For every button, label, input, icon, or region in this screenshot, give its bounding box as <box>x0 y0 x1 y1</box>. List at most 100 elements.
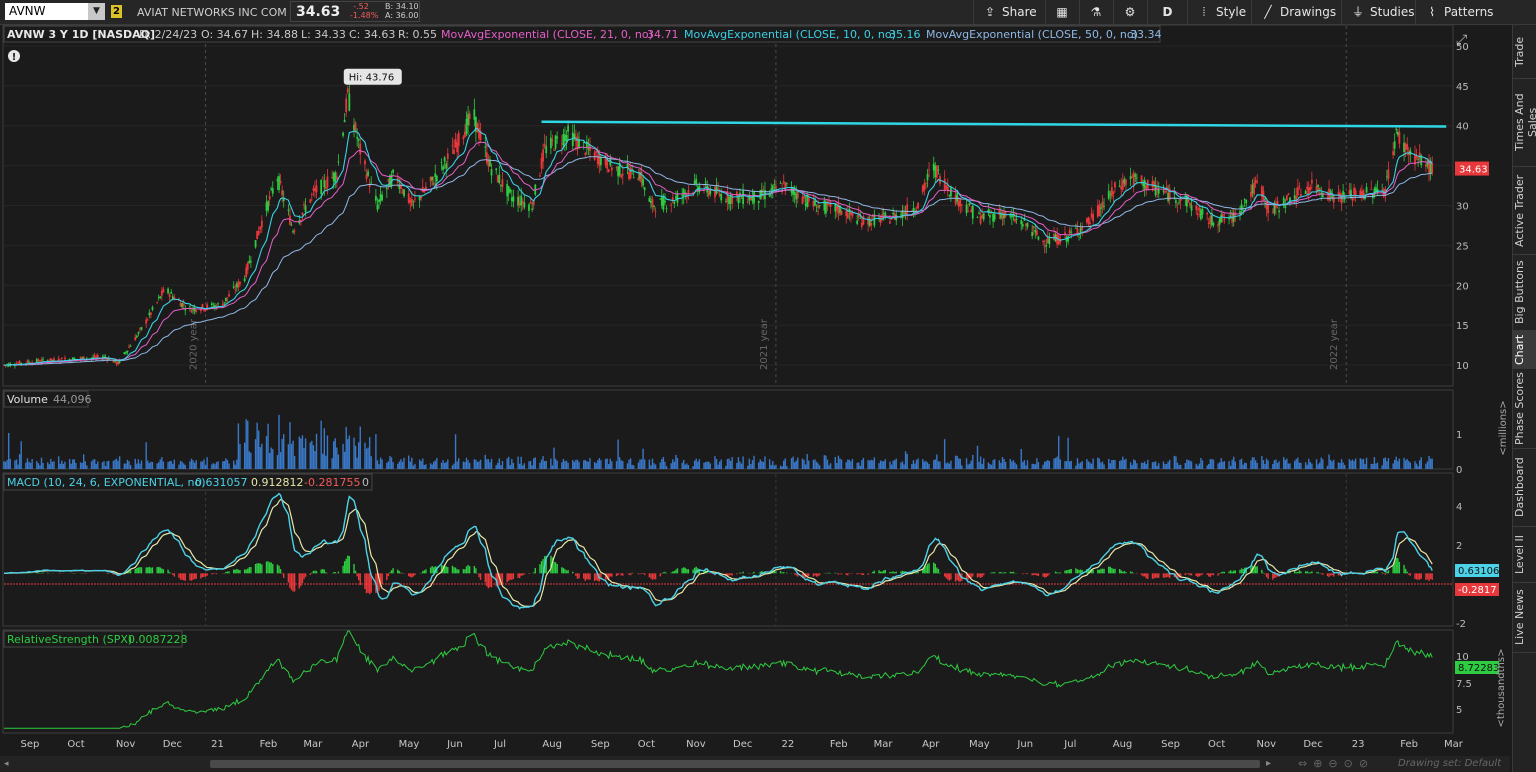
volume-bar <box>598 458 601 469</box>
flask-button[interactable]: ⚗ <box>1079 0 1113 24</box>
volume-bar <box>137 459 140 469</box>
volume-panel[interactable] <box>2 389 1454 470</box>
drawing-set-label[interactable]: Drawing set: Default <box>1398 758 1501 769</box>
candle-body <box>112 360 115 363</box>
time-axis-label: Mar <box>1444 739 1464 750</box>
ema50-label[interactable]: MovAvgExponential (CLOSE, 50, 0, no) <box>926 28 1138 41</box>
volume-bar <box>1133 459 1135 469</box>
candle-body <box>860 222 863 227</box>
price-axis[interactable]: 504540353025201510 <box>1456 42 1469 372</box>
volume-bar <box>1414 461 1416 469</box>
macd-hist-bar <box>367 573 369 593</box>
macd-hist-bar <box>783 571 785 574</box>
candle-body <box>1251 184 1254 194</box>
volume-bar <box>937 461 940 469</box>
chart-area[interactable]: 2020 year 2021 year 2022 year AVNW 3 Y 1D … <box>0 25 1510 772</box>
volume-bar <box>1042 464 1044 469</box>
volume-bar <box>642 448 644 469</box>
volume-bar <box>720 459 722 469</box>
volume-bar <box>81 462 83 469</box>
chevron-down-icon[interactable]: ▼ <box>88 3 105 20</box>
volume-bar <box>489 462 491 469</box>
style-button[interactable]: ⦙ Style <box>1187 0 1251 24</box>
scroll-left-icon[interactable]: ◂ <box>4 759 14 769</box>
time-axis-label: Sep <box>21 739 40 750</box>
sidebar-tab-big-buttons[interactable]: Big Buttons <box>1513 255 1536 331</box>
rs-label[interactable]: RelativeStrength (SPX) <box>7 633 132 646</box>
share-button[interactable]: ⇪ Share <box>973 0 1045 24</box>
scroll-right-icon[interactable]: ▸ <box>1266 758 1271 769</box>
candles-icon: ⦙ <box>1202 5 1206 19</box>
volume-bar <box>775 464 777 469</box>
macd-label[interactable]: MACD (10, 24, 6, EXPONENTIAL, no) <box>7 476 206 489</box>
drawings-button[interactable]: ╱ Drawings <box>1251 0 1341 24</box>
macd-hist-bar <box>620 573 622 576</box>
volume-bar <box>987 462 990 469</box>
candle-body <box>945 185 948 189</box>
candle-body <box>315 185 318 193</box>
sidebar-tab-phase-scores[interactable]: Phase Scores <box>1513 369 1536 449</box>
volume-bar <box>731 457 733 469</box>
candle-body <box>512 196 515 202</box>
volume-bar <box>195 460 197 469</box>
volume-bar <box>118 456 121 469</box>
candle-body <box>445 163 448 169</box>
candle-body <box>432 182 435 185</box>
macd-hist-bar <box>1162 573 1165 578</box>
link-group-badge[interactable]: 2 <box>111 5 122 18</box>
macd-panel[interactable] <box>2 472 1454 627</box>
macd-hist-bar <box>203 573 205 577</box>
sidebar-tab-times-and-sales[interactable]: Times And Sales <box>1513 79 1536 167</box>
volume-bar <box>145 442 147 469</box>
volume-bar <box>993 459 996 469</box>
sidebar-tab-trade[interactable]: Trade <box>1513 25 1536 79</box>
expand-chart-icon[interactable]: ⤢ <box>1456 32 1467 48</box>
volume-bar <box>282 434 285 469</box>
rs-panel[interactable] <box>2 629 1454 734</box>
volume-bar <box>1164 463 1166 469</box>
volume-bar <box>50 458 52 469</box>
candle-body <box>324 187 327 189</box>
sidebar-tab-level-ii[interactable]: Level II <box>1513 527 1536 583</box>
patterns-button[interactable]: ⌇ Patterns <box>1415 0 1510 24</box>
sidebar-tab-live-news[interactable]: Live News <box>1513 583 1536 653</box>
macd-hist-bar <box>1058 572 1060 574</box>
volume-bar <box>1209 459 1212 469</box>
macd-hist-bar <box>587 573 590 580</box>
ema10-label[interactable]: MovAvgExponential (CLOSE, 10, 0, no) <box>684 28 896 41</box>
candle-body <box>617 166 619 177</box>
studies-label: Studies <box>1370 5 1415 19</box>
zoom-controls[interactable]: ⇔⊕⊖⊙⊘ <box>1298 757 1374 770</box>
volume-bar <box>922 459 924 469</box>
time-axis[interactable]: Sep Oct Nov Dec 21 Feb Mar Apr May Jun Jul Aug Sep Oc… <box>21 739 1464 750</box>
candle-body <box>523 202 526 208</box>
candle-body <box>779 183 782 184</box>
macd-hist-bar <box>643 573 646 576</box>
volume-tick-0: 0 <box>1456 465 1462 476</box>
sidebar-tab-dashboard[interactable]: Dashboard <box>1513 449 1536 527</box>
volume-bar <box>587 461 590 469</box>
candle-body <box>879 217 882 223</box>
macd-hist-bar <box>458 569 460 574</box>
volume-bar <box>167 462 169 469</box>
volume-bar <box>1283 457 1285 469</box>
candle-body <box>167 288 169 294</box>
candle-body <box>835 205 838 211</box>
sidebar-tab-active-trader[interactable]: Active Trader <box>1513 167 1536 255</box>
volume-bar <box>1262 460 1265 469</box>
sidebar-tab-chart[interactable]: Chart <box>1513 331 1536 369</box>
period-button[interactable]: D <box>1147 0 1187 24</box>
grid-button[interactable]: ▦ <box>1045 0 1079 24</box>
macd-hist-bar <box>1034 573 1036 575</box>
volume-bar <box>268 452 271 469</box>
time-axis-label: Apr <box>922 739 940 750</box>
macd-hist-bar <box>814 573 816 576</box>
time-scrollbar-thumb[interactable] <box>210 760 1260 768</box>
studies-button[interactable]: ⏚ Studies <box>1341 0 1415 24</box>
ema21-label[interactable]: MovAvgExponential (CLOSE, 21, 0, no) <box>441 28 653 41</box>
time-axis-label: Jun <box>1016 739 1033 750</box>
candle-body <box>1287 193 1290 195</box>
settings-button[interactable]: ⚙ <box>1113 0 1147 24</box>
candle-body <box>1200 209 1202 220</box>
volume-bar <box>1068 461 1071 469</box>
